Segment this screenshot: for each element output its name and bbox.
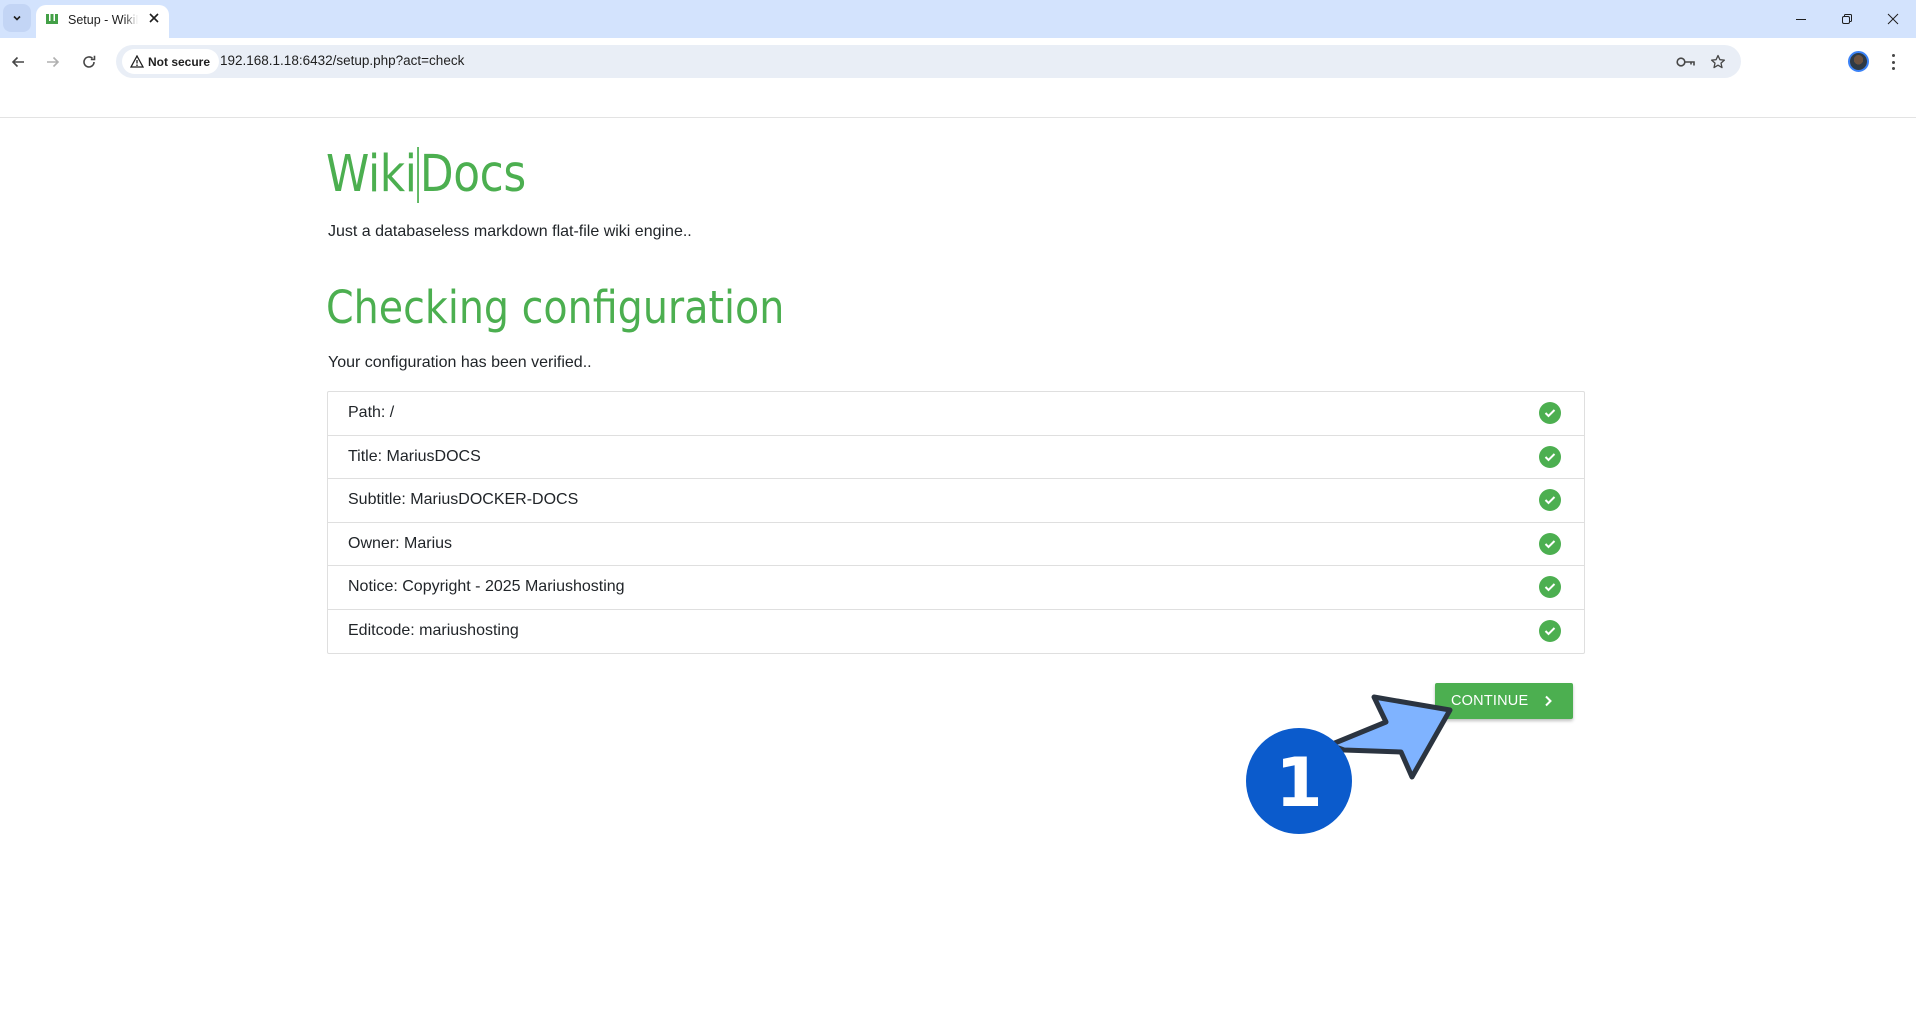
- browser-menu-button[interactable]: [1886, 51, 1900, 73]
- security-chip[interactable]: Not secure: [122, 49, 220, 74]
- window-minimize-button[interactable]: [1791, 9, 1811, 29]
- key-icon: [1676, 57, 1695, 67]
- password-manager-button[interactable]: [1676, 52, 1696, 72]
- security-label: Not secure: [148, 54, 211, 69]
- window-restore-button[interactable]: [1837, 9, 1857, 29]
- wikidocs-favicon-icon: [46, 14, 58, 24]
- tab-strip: Setup - WikiDocs: [0, 0, 1916, 38]
- close-icon: [1887, 13, 1899, 25]
- restore-icon: [1842, 14, 1852, 24]
- menu-dot-icon: [1891, 60, 1895, 64]
- check-label: Editcode: mariushosting: [348, 622, 519, 640]
- star-icon: [1710, 54, 1726, 69]
- reload-icon: [83, 55, 96, 68]
- check-circle-icon: [1539, 445, 1561, 468]
- check-circle-icon: [1539, 532, 1561, 555]
- check-circle-icon: [1539, 620, 1561, 643]
- list-item: Editcode: mariushosting: [328, 610, 1584, 654]
- chevron-right-icon: [1545, 695, 1552, 707]
- back-arrow-icon: [11, 56, 24, 68]
- check-label: Title: MariusDOCS: [348, 447, 481, 465]
- reload-button[interactable]: [77, 50, 101, 74]
- minimize-icon: [1796, 19, 1806, 20]
- site-title-right: Docs: [419, 145, 526, 204]
- browser-tab-active[interactable]: Setup - WikiDocs: [36, 5, 169, 38]
- check-label: Path: /: [348, 404, 395, 422]
- address-bar[interactable]: Not secure 192.168.1.18:6432/setup.php?a…: [116, 45, 1741, 78]
- menu-dot-icon: [1891, 54, 1895, 57]
- list-item: Owner: Marius: [328, 523, 1584, 566]
- tab-search-button[interactable]: [3, 4, 31, 32]
- bookmark-button[interactable]: [1708, 52, 1728, 72]
- tab-close-button[interactable]: [146, 10, 162, 26]
- close-icon: [149, 13, 159, 23]
- list-item: Notice: Copyright - 2025 Mariushosting: [328, 566, 1584, 610]
- tab-title: Setup - WikiDocs: [68, 13, 138, 27]
- list-item: Path: /: [328, 392, 1584, 436]
- site-subtitle: Just a databaseless markdown flat-file w…: [328, 223, 692, 240]
- profile-avatar[interactable]: [1848, 51, 1869, 72]
- check-label: Notice: Copyright - 2025 Mariushosting: [348, 578, 625, 596]
- url-text[interactable]: 192.168.1.18:6432/setup.php?act=check: [220, 53, 464, 68]
- browser-toolbar: Not secure 192.168.1.18:6432/setup.php?a…: [0, 38, 1916, 118]
- check-label: Subtitle: MariusDOCKER-DOCS: [348, 491, 579, 509]
- continue-label: CONTINUE: [1451, 693, 1529, 709]
- list-item: Title: MariusDOCS: [328, 436, 1584, 479]
- back-button[interactable]: [6, 50, 30, 74]
- site-title: WikiDocs: [326, 145, 526, 204]
- menu-dot-icon: [1891, 67, 1895, 70]
- window-close-button[interactable]: [1883, 9, 1903, 29]
- check-circle-icon: [1539, 489, 1561, 512]
- chevron-down-icon: [13, 15, 21, 21]
- continue-button[interactable]: CONTINUE: [1435, 683, 1573, 719]
- page-content: WikiDocs Just a databaseless markdown fl…: [0, 119, 1916, 1029]
- forward-arrow-icon: [47, 56, 60, 68]
- page-heading: Checking configuration: [326, 281, 785, 334]
- forward-button[interactable]: [41, 50, 65, 74]
- list-item: Subtitle: MariusDOCKER-DOCS: [328, 479, 1584, 523]
- check-circle-icon: [1539, 402, 1561, 425]
- check-circle-icon: [1539, 576, 1561, 599]
- site-title-left: Wiki: [326, 145, 417, 204]
- warning-triangle-icon: [130, 55, 144, 68]
- verification-status: Your configuration has been verified..: [328, 354, 592, 371]
- check-label: Owner: Marius: [348, 534, 453, 552]
- configuration-check-list: Path: / Title: MariusDOCS Subtitle: Mari…: [327, 391, 1585, 654]
